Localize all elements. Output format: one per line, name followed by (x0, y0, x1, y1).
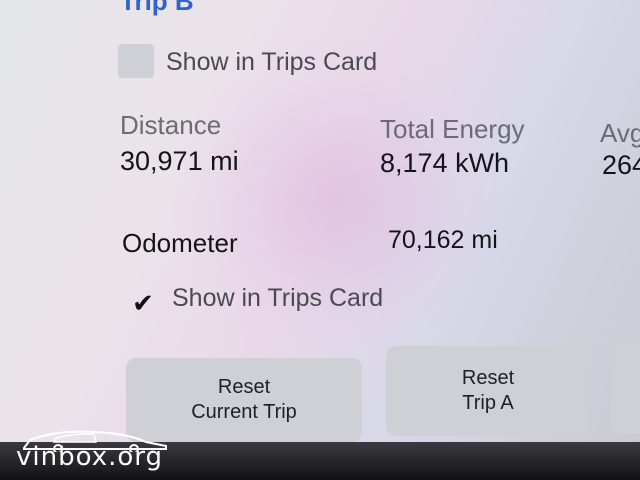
total-energy-value: 8,174 kWh (380, 148, 510, 178)
show-in-trips-card-label-odometer: Show in Trips Card (172, 284, 384, 312)
total-energy-label: Total Energy (380, 114, 525, 144)
odometer-label: Odometer (122, 228, 238, 258)
avg-value: 264 (602, 150, 640, 180)
reset-trip-a-button[interactable]: Reset Trip A (386, 346, 590, 436)
distance-value: 30,971 mi (120, 146, 239, 176)
avg-label: Avg (600, 118, 640, 148)
vinbox-watermark: vinbox.org (16, 424, 176, 474)
reset-trip-b-button[interactable] (610, 342, 640, 434)
watermark-text: vinbox.org (16, 442, 163, 472)
odometer-value: 70,162 mi (388, 226, 498, 254)
show-in-trips-card-checkbox-trip-b[interactable] (118, 44, 154, 78)
checkmark-icon[interactable]: ✔ (128, 288, 158, 318)
distance-label: Distance (120, 110, 222, 140)
section-title-trip-b: Trip B (120, 0, 194, 16)
show-in-trips-card-label-trip-b: Show in Trips Card (166, 48, 378, 76)
